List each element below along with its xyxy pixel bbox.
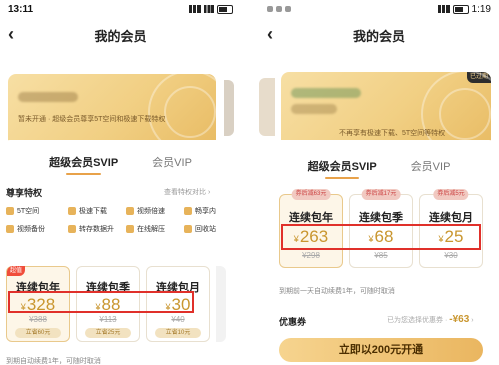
privileges-title: 尊享特权	[6, 188, 43, 198]
page-title: 我的会员	[352, 28, 405, 44]
coupon-amount: -¥63	[449, 314, 470, 325]
privilege-item: 视频备份	[6, 224, 45, 234]
membership-card: 暂未开通 · 超级会员尊享5T空间和极速下载特权	[8, 74, 216, 150]
prev-card-peek	[259, 78, 275, 136]
next-card-peek	[224, 80, 234, 136]
card-decoration-icon	[164, 86, 216, 138]
wifi-icon	[204, 5, 214, 13]
username-blurred	[291, 104, 337, 114]
username-blurred	[291, 88, 361, 98]
card-status-text: 暂未开通 · 超级会员尊享5T空间和极速下载特权	[18, 116, 166, 123]
back-icon[interactable]: ‹	[8, 24, 14, 44]
tab-vip[interactable]: 会员VIP	[411, 158, 451, 174]
card-decoration-icon	[439, 88, 491, 140]
plan-panel: 超级会员SVIP 会员VIP 尊享特权 查看特权对比 › 5T空间 极速下载 视…	[0, 140, 241, 365]
status-bar: 1:19	[259, 0, 499, 18]
card-status-text: 不再享有极速下载、5T空间等特权	[339, 130, 446, 137]
auto-renew-note: 到期前一天自动续费1年，可随时取消	[279, 288, 395, 295]
plan-badge: 超值	[7, 266, 26, 276]
plan-original-price: ¥298	[302, 251, 320, 260]
page-title: 我的会员	[94, 28, 147, 44]
username-blurred	[18, 92, 78, 102]
privilege-item: 极速下载	[68, 206, 107, 216]
storage-icon	[6, 207, 14, 215]
tab-vip[interactable]: 会员VIP	[152, 154, 192, 170]
status-time: 13:11	[8, 3, 34, 15]
plan-name: 连续包季	[359, 212, 403, 224]
video-backup-icon	[6, 225, 14, 233]
nav-bar: ‹ 我的会员	[259, 22, 499, 48]
plan-tabs: 超级会员SVIP 会员VIP	[259, 158, 499, 179]
recycle-bin-icon	[184, 225, 192, 233]
plan-name: 连续包年	[289, 212, 333, 224]
privilege-item: 在线解压	[126, 224, 165, 234]
right-screenshot: 1:19 ‹ 我的会员 已过期 不再享有极速下载、5T空间等特权 超级会员SVI…	[259, 0, 499, 365]
open-membership-button[interactable]: 立即以200元开通	[279, 338, 483, 362]
auto-renew-note: 到期自动续费1年，可随时取消	[6, 358, 101, 365]
privilege-item: 转存数据升	[68, 224, 114, 234]
download-icon	[68, 207, 76, 215]
price-highlight-box	[281, 224, 481, 250]
divider	[241, 0, 259, 365]
battery-icon	[217, 4, 233, 14]
notification-icon	[276, 6, 282, 12]
battery-icon	[452, 4, 469, 14]
back-icon[interactable]: ‹	[267, 24, 273, 44]
unzip-icon	[126, 225, 134, 233]
plan-name: 连续包月	[429, 212, 473, 224]
plan-panel: 超级会员SVIP 会员VIP 券后减63元 连续包年 ¥263 ¥298 券后减…	[259, 140, 499, 365]
nav-bar: ‹ 我的会员	[0, 22, 241, 48]
signal-icon	[437, 5, 450, 13]
coupon-selector[interactable]: 已为您选择优惠券 · -¥63 ›	[387, 314, 474, 325]
coupon-label: 优惠券	[279, 317, 307, 327]
plan-coupon-badge: 券后减63元	[291, 189, 331, 200]
plan-saving-chip: 立省25元	[85, 328, 131, 338]
notification-icon	[267, 6, 273, 12]
plan-saving-chip: 立省10元	[155, 328, 201, 338]
plan-tabs: 超级会员SVIP 会员VIP	[0, 154, 241, 175]
plan-original-price: ¥85	[374, 251, 388, 260]
status-bar: 13:11	[0, 0, 241, 18]
privileges-compare-link[interactable]: 查看特权对比 ›	[164, 187, 210, 197]
plan-original-price: ¥388	[29, 315, 47, 324]
plan-original-price: ¥40	[171, 315, 185, 324]
status-icons	[189, 4, 233, 14]
tab-svip[interactable]: 超级会员SVIP	[49, 154, 118, 175]
signal-icon	[189, 5, 201, 13]
plan-coupon-badge: 券后减17元	[361, 189, 401, 200]
tab-svip[interactable]: 超级会员SVIP	[308, 158, 377, 179]
plan-original-price: ¥30	[444, 251, 458, 260]
plan-original-price: ¥113	[99, 315, 117, 324]
enjoy-icon	[184, 207, 192, 215]
status-time: 1:19	[471, 3, 491, 15]
left-screenshot: 13:11 ‹ 我的会员 暂未开通 · 超级会员尊享5T空间和极速下载特权 超级…	[0, 0, 241, 365]
transfer-icon	[68, 225, 76, 233]
chevron-right-icon: ›	[471, 317, 474, 324]
status-icons-left	[267, 6, 291, 12]
price-highlight-box	[8, 291, 194, 313]
notification-icon	[285, 6, 291, 12]
privilege-item: 5T空间	[6, 206, 39, 216]
privilege-item: 视频倍速	[126, 206, 165, 216]
plan-saving-chip: 立省60元	[15, 328, 61, 338]
video-speed-icon	[126, 207, 134, 215]
next-plan-peek	[216, 266, 226, 342]
privilege-item: 回收站	[184, 224, 216, 234]
plan-coupon-badge: 券后减5元	[433, 189, 469, 200]
privilege-item: 畅享内	[184, 206, 216, 216]
status-icons: 1:19	[437, 3, 491, 15]
